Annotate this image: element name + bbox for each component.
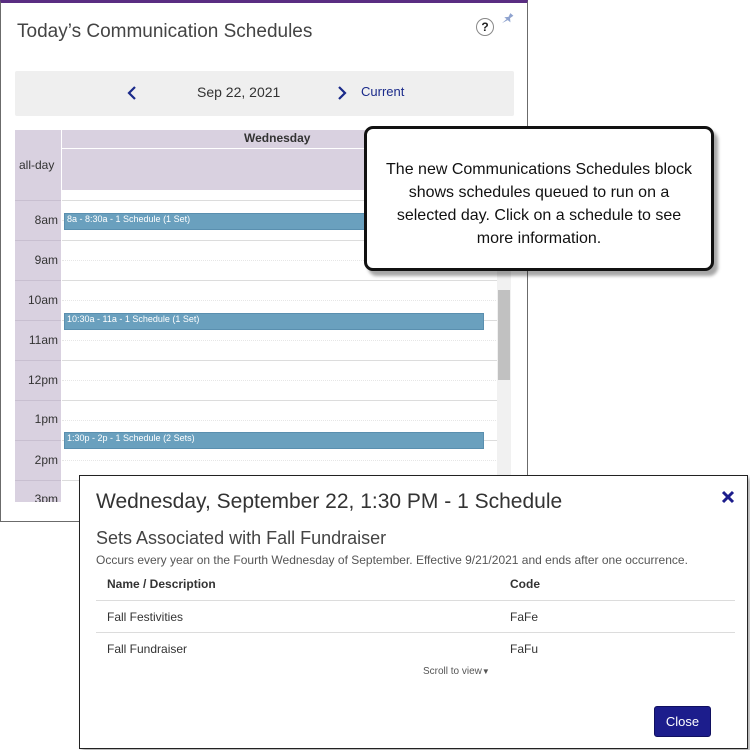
time-label: 10am	[27, 293, 58, 307]
next-day-chevron-icon[interactable]	[335, 83, 349, 103]
table-row: Fall Festivities FaFe	[96, 601, 735, 633]
half-hour-line	[62, 340, 498, 341]
time-label: 2pm	[34, 453, 58, 467]
help-icon[interactable]: ?	[476, 18, 494, 36]
scroll-hint-text: Scroll to view	[423, 666, 482, 677]
time-label: 1pm	[34, 412, 58, 426]
close-button[interactable]: Close	[654, 706, 711, 737]
time-gutter: 8am 9am 10am 11am 12pm 1pm 2pm 3pm	[15, 190, 61, 502]
gutter-line	[15, 280, 61, 281]
gutter-line	[15, 360, 61, 361]
gutter-line	[15, 240, 61, 241]
calendar-scrollbar-thumb[interactable]	[498, 290, 510, 380]
column-header-name: Name / Description	[107, 577, 216, 591]
close-icon[interactable]	[720, 488, 736, 506]
column-header-code: Code	[510, 577, 540, 591]
set-name: Fall Festivities	[107, 610, 184, 624]
table-row: Fall Fundraiser FaFu	[96, 633, 735, 666]
schedule-event[interactable]: 10:30a - 11a - 1 Schedule (1 Set)	[64, 313, 484, 330]
set-code: FaFu	[510, 642, 539, 656]
schedule-details-dialog: Wednesday, September 22, 1:30 PM - 1 Sch…	[79, 475, 748, 749]
half-hour-line	[62, 380, 498, 381]
panel-title: Today’s Communication Schedules	[17, 21, 313, 42]
gutter-line	[15, 480, 61, 481]
schedule-description: Occurs every year on the Fourth Wednesda…	[96, 553, 688, 567]
selected-date: Sep 22, 2021	[197, 84, 281, 100]
caret-down-icon: ▼	[481, 667, 490, 676]
pin-icon[interactable]	[500, 11, 516, 27]
allday-label: all-day	[19, 158, 55, 172]
hour-line	[62, 280, 498, 281]
gutter-line	[15, 200, 61, 201]
gutter-line	[15, 400, 61, 401]
table-header-row: Name / Description Code	[96, 575, 735, 601]
time-label: 11am	[28, 333, 58, 347]
hour-line	[62, 400, 498, 401]
set-code: FaFe	[510, 610, 539, 624]
sets-subtitle: Sets Associated with Fall Fundraiser	[96, 528, 387, 548]
set-name: Fall Fundraiser	[107, 642, 188, 656]
gutter-line	[15, 320, 61, 321]
time-label: 9am	[34, 253, 58, 267]
dialog-title: Wednesday, September 22, 1:30 PM - 1 Sch…	[96, 490, 563, 513]
date-navigation: Sep 22, 2021 Current	[15, 71, 514, 116]
half-hour-line	[62, 300, 498, 301]
half-hour-line	[62, 460, 498, 461]
current-day-link[interactable]: Current	[361, 84, 404, 99]
time-label: 3pm	[34, 492, 58, 502]
time-label: 8am	[34, 213, 58, 227]
time-label: 12pm	[27, 373, 58, 387]
scroll-hint: Scroll to view▼	[423, 666, 490, 677]
half-hour-line	[62, 420, 498, 421]
previous-day-chevron-icon[interactable]	[125, 83, 139, 103]
hour-line	[62, 360, 498, 361]
schedule-event[interactable]: 1:30p - 2p - 1 Schedule (2 Sets)	[64, 432, 484, 449]
annotation-callout: The new Communications Schedules block s…	[364, 126, 714, 271]
gutter-line	[15, 440, 61, 441]
